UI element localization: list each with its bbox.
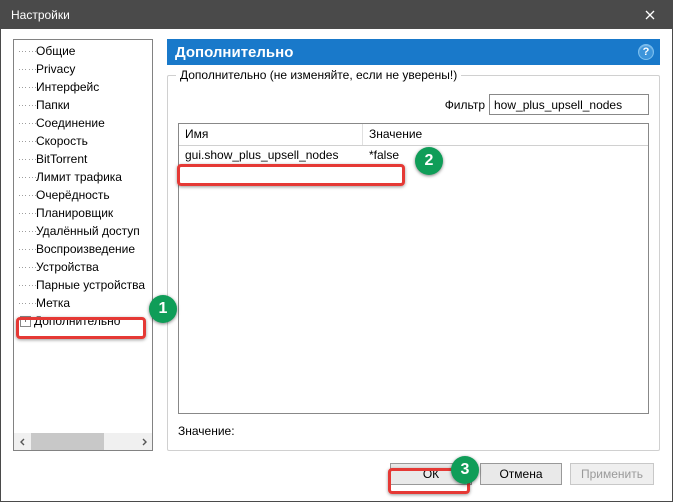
column-header-value[interactable]: Значение [363,124,648,145]
tree-item-interface[interactable]: ⋯⋯Интерфейс [14,78,152,96]
tree-item-scheduler[interactable]: ⋯⋯Планировщик [14,204,152,222]
section-header: Дополнительно ? [167,39,660,65]
tree-item-paired-devices[interactable]: ⋯⋯Парные устройства [14,276,152,294]
tree-item-playback[interactable]: ⋯⋯Воспроизведение [14,240,152,258]
filter-input[interactable] [489,94,649,115]
settings-tree[interactable]: ⋯⋯Общие ⋯⋯Privacy ⋯⋯Интерфейс ⋯⋯Папки ⋯⋯… [13,39,153,451]
tree-item-folders[interactable]: ⋯⋯Папки [14,96,152,114]
advanced-groupbox: Дополнительно (не изменяйте, если не уве… [167,75,660,451]
scroll-left-button[interactable] [14,433,31,450]
tree-item-queue[interactable]: ⋯⋯Очерёдность [14,186,152,204]
table-row[interactable]: gui.show_plus_upsell_nodes *false [179,146,648,164]
tree-item-general[interactable]: ⋯⋯Общие [14,42,152,60]
tree-item-advanced[interactable]: + Дополнительно [14,312,152,330]
tree-item-connection[interactable]: ⋯⋯Соединение [14,114,152,132]
help-icon[interactable]: ? [638,44,654,60]
scroll-thumb[interactable] [31,433,104,450]
titlebar: Настройки [1,1,672,29]
tree-item-privacy[interactable]: ⋯⋯Privacy [14,60,152,78]
value-label: Значение: [178,424,235,438]
horizontal-scrollbar[interactable] [14,433,152,450]
tree-item-label[interactable]: ⋯⋯Метка [14,294,152,312]
cell-name: gui.show_plus_upsell_nodes [179,148,363,162]
scroll-right-button[interactable] [135,433,152,450]
groupbox-title: Дополнительно (не изменяйте, если не уве… [176,68,461,82]
column-header-name[interactable]: Имя [179,124,363,145]
tree-item-remote[interactable]: ⋯⋯Удалённый доступ [14,222,152,240]
cell-value: *false [363,148,648,162]
scroll-track[interactable] [31,433,135,450]
close-button[interactable] [628,1,672,29]
apply-button[interactable]: Применить [570,463,654,485]
filter-label: Фильтр [445,98,485,112]
advanced-table[interactable]: Имя Значение gui.show_plus_upsell_nodes … [178,123,649,414]
chevron-right-icon [140,438,148,446]
window-title: Настройки [11,8,70,22]
section-title: Дополнительно [175,44,293,61]
tree-item-speed[interactable]: ⋯⋯Скорость [14,132,152,150]
close-icon [645,10,655,20]
expand-icon[interactable]: + [20,316,31,327]
tree-item-traffic-limit[interactable]: ⋯⋯Лимит трафика [14,168,152,186]
cancel-button[interactable]: Отмена [480,463,562,485]
chevron-left-icon [19,438,27,446]
ok-button[interactable]: ОК [390,463,472,485]
tree-item-devices[interactable]: ⋯⋯Устройства [14,258,152,276]
tree-item-bittorrent[interactable]: ⋯⋯BitTorrent [14,150,152,168]
